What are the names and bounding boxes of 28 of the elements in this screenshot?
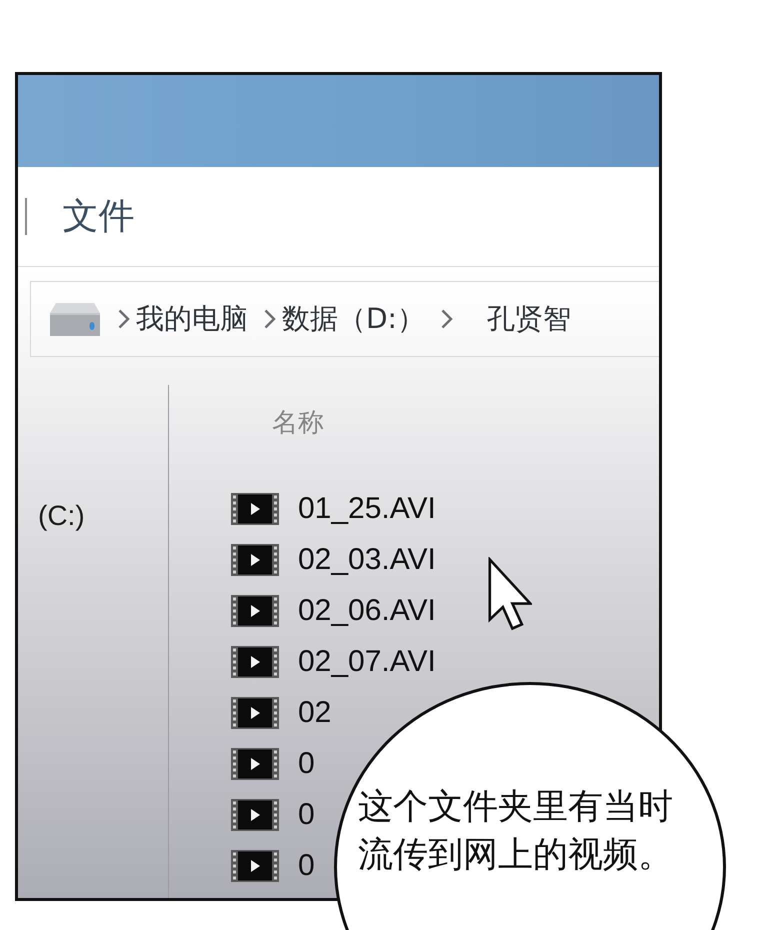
file-name[interactable]: 02_07.AVI <box>298 646 436 676</box>
speech-text: 这个文件夹里有当时流传到网上的视频。 <box>358 786 673 877</box>
file-tab[interactable]: 文件 <box>62 194 134 238</box>
breadcrumb-item[interactable]: 孔贤智 <box>487 302 571 336</box>
file-name[interactable]: 02_03.AVI <box>298 544 436 574</box>
video-file-icon <box>231 850 279 882</box>
chevron-icon <box>441 309 453 329</box>
video-file-icon <box>231 798 279 830</box>
video-file-icon <box>231 594 279 626</box>
video-file-icon <box>231 544 279 576</box>
breadcrumb-item[interactable]: 数据（D:） <box>282 302 425 336</box>
video-file-icon <box>231 748 279 780</box>
address-bar[interactable]: 我的电脑 数据（D:） 孔贤智 <box>30 281 659 357</box>
mouse-pointer-icon <box>488 557 532 631</box>
breadcrumb-item[interactable]: 我的电脑 <box>136 302 248 336</box>
file-name[interactable]: 0 <box>298 800 315 830</box>
chevron-icon <box>118 309 130 329</box>
video-file-icon <box>231 492 279 524</box>
file-name[interactable]: 02 <box>298 698 332 728</box>
video-file-icon <box>231 696 279 728</box>
video-file-icon <box>231 646 279 678</box>
sidebar-item[interactable]: (C:) <box>38 500 85 532</box>
chevron-icon <box>264 309 276 329</box>
file-name[interactable]: 01_25.AVI <box>298 494 436 524</box>
file-name[interactable]: 0 <box>298 748 315 778</box>
hard-drive-icon <box>50 302 100 336</box>
file-name[interactable]: 02_06.AVI <box>298 596 436 626</box>
file-name[interactable]: 0 <box>298 850 315 880</box>
